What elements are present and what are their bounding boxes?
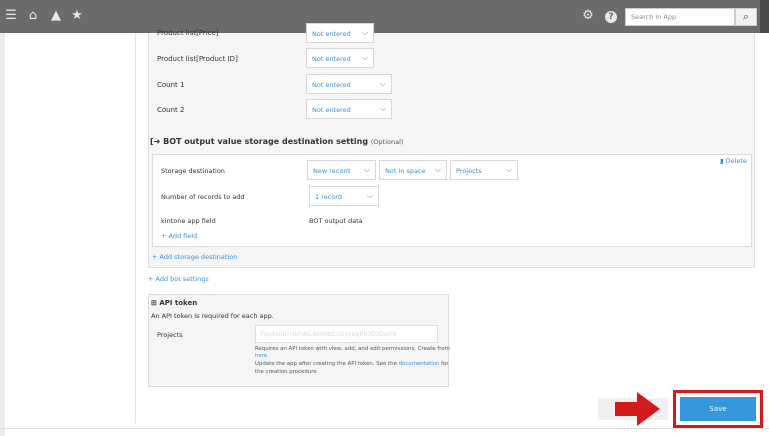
help-text-permissions: Requires an API token with view, add, an… [255, 346, 450, 352]
count-1-select-value: Not entered [312, 81, 351, 89]
chevron-down-icon: ⌵ [379, 104, 386, 113]
records-count-select[interactable]: 1 record ⌵ [309, 186, 379, 206]
price-select[interactable]: Not entered ⌵ [306, 23, 374, 43]
row-label-product-id: Product list[Product ID] [157, 55, 238, 63]
app-select-value: Projects [456, 167, 482, 175]
left-rail [0, 33, 5, 436]
kintone-field-label: kintone app field [161, 217, 216, 225]
help-line-3: the creation procedure [255, 369, 317, 375]
search-icon: ⌕ [742, 10, 750, 23]
trash-icon: ▮ [720, 157, 724, 165]
bottom-divider [0, 428, 769, 429]
search-button[interactable]: ⌕ [735, 8, 757, 26]
records-count-label: Number of records to add [161, 193, 245, 201]
storage-destination-label: Storage destination [161, 167, 225, 175]
api-token-input[interactable]: Yqq4xmi7HkFd6L4oW8zCo2xyVqRb3E0GwhN [255, 325, 438, 343]
optional-tag: (Optional) [370, 138, 404, 146]
price-select-value: Not entered [312, 30, 351, 38]
storage-target-value: New record [313, 167, 351, 175]
help-here-row: here [255, 353, 267, 359]
output-arrow-icon: [➜ [150, 137, 161, 146]
count-2-select-value: Not entered [312, 106, 351, 114]
top-bar-edge [760, 0, 769, 33]
chevron-down-icon: ⌵ [361, 53, 368, 62]
content-divider [135, 33, 136, 423]
chevron-down-icon: ⌵ [434, 165, 441, 174]
storage-target-select[interactable]: New record ⌵ [307, 160, 376, 180]
chevron-down-icon: ⌵ [363, 165, 370, 174]
delete-label: Delete [725, 157, 748, 165]
space-select-value: Not in space [385, 167, 426, 175]
chevron-down-icon: ⌵ [366, 191, 373, 200]
storage-section-title: [➜ BOT output value storage destination … [150, 137, 403, 146]
help-line-1: Requires an API token with view, add, an… [255, 346, 450, 352]
row-label-count-2: Count 2 [157, 106, 185, 114]
key-icon: ⊞ [151, 299, 157, 307]
space-select[interactable]: Not in space ⌵ [379, 160, 447, 180]
gear-icon[interactable]: ⚙ [581, 9, 595, 23]
home-icon[interactable]: ⌂ [26, 9, 40, 23]
help-text-update: Update the app after creating the API to… [255, 361, 449, 367]
star-icon[interactable]: ★ [70, 9, 84, 23]
product-id-select[interactable]: Not entered ⌵ [306, 48, 374, 68]
documentation-link[interactable]: documentation [399, 361, 440, 367]
count-2-select[interactable]: Not entered ⌵ [306, 99, 392, 119]
records-count-value: 1 record [315, 193, 342, 201]
help-icon[interactable]: ? [604, 9, 618, 23]
product-id-select-value: Not entered [312, 55, 351, 63]
storage-title-text: BOT output value storage destination set… [163, 137, 369, 146]
help-line-2a: Update the app after creating the API to… [255, 361, 397, 367]
add-storage-destination-link[interactable]: + Add storage destination [152, 253, 237, 261]
bell-icon[interactable]: ▲ [49, 9, 63, 23]
chevron-down-icon: ⌵ [379, 79, 386, 88]
api-token-subtitle: An API token is required for each app. [151, 312, 274, 320]
help-text-procedure: the creation procedure [255, 369, 317, 375]
pointer-arrow-icon [615, 392, 660, 426]
save-button[interactable]: Save [680, 397, 756, 421]
delete-button[interactable]: ▮ Delete [720, 157, 747, 165]
app-select[interactable]: Projects ⌵ [450, 160, 518, 180]
api-token-title: ⊞ API token [151, 299, 197, 307]
menu-icon[interactable]: ☰ [4, 9, 18, 23]
count-1-select[interactable]: Not entered ⌵ [306, 74, 392, 94]
add-field-link[interactable]: + Add field [161, 232, 197, 240]
kintone-field-value: BOT output data [309, 217, 363, 225]
add-bot-settings-link[interactable]: + Add bot settings [148, 275, 209, 283]
row-label-price: Product list[Price] [157, 29, 219, 37]
chevron-down-icon: ⌵ [361, 28, 368, 37]
projects-label: Projects [157, 331, 183, 339]
api-token-title-text: API token [159, 299, 198, 307]
chevron-down-icon: ⌵ [505, 165, 512, 174]
here-link[interactable]: here [255, 353, 267, 359]
help-line-2b: for [441, 361, 449, 367]
row-label-count-1: Count 1 [157, 81, 185, 89]
search-input[interactable]: Search in App [625, 8, 735, 26]
